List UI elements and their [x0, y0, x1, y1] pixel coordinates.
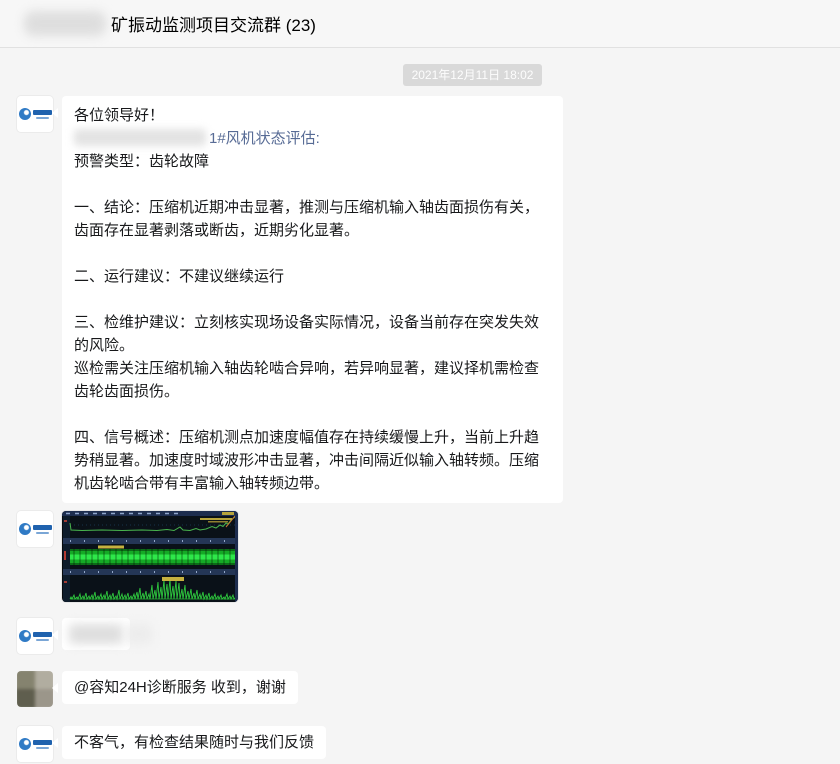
chat-title: 矿振动监测项目交流群 (23) [111, 16, 316, 35]
report-message-bubble[interactable]: 各位领导好！ 1#风机状态评估: 预警类型：齿轮故障 一、结论：压缩机近期冲击显… [52, 96, 563, 503]
report-subject-line: 1#风机状态评估: [74, 127, 551, 150]
message-row-youre-welcome: 不客气，有检查结果随时与我们反馈 [17, 726, 840, 762]
company-logo-text [32, 109, 52, 119]
ack-message-bubble[interactable]: @容知24H诊断服务 收到，谢谢 [52, 671, 298, 704]
youre-welcome-message-bubble[interactable]: 不客气，有检查结果随时与我们反馈 [51, 726, 327, 759]
report-body: 一、结论：压缩机近期冲击显著，推测与压缩机输入轴齿面损伤有关，齿面存在显著剥落或… [74, 199, 540, 492]
company-logo-icon [18, 523, 31, 535]
company-logo-icon [18, 108, 31, 120]
redacted-message-bubble[interactable] [52, 618, 130, 650]
assessment-link[interactable]: 1#风机状态评估: [209, 130, 320, 147]
company-logo-text [32, 739, 52, 749]
redaction-blur-spill [126, 624, 152, 644]
redacted-plant-name [74, 129, 206, 146]
sender-logo-avatar[interactable] [17, 618, 53, 654]
vibration-analysis-image[interactable] [62, 511, 238, 602]
message-row-redacted [17, 618, 840, 654]
alert-type-line: 预警类型：齿轮故障 [74, 153, 210, 170]
redacted-message-content [69, 624, 123, 644]
sender-logo-avatar[interactable] [17, 96, 53, 132]
company-logo-icon [18, 630, 31, 642]
report-greeting: 各位领导好！ [74, 107, 165, 124]
company-logo-icon [18, 738, 31, 750]
sender-logo-avatar[interactable] [17, 511, 53, 547]
company-logo-text [32, 524, 52, 534]
message-area: 2021年12月11日 18:02 各位领导好！ 1#风机状态评估: 预警类型：… [0, 48, 840, 764]
company-logo-text [32, 631, 52, 641]
avatar-blur [17, 671, 53, 707]
timestamp-badge: 2021年12月11日 18:02 [402, 64, 543, 86]
user-photo-avatar[interactable] [17, 671, 53, 707]
redacted-group-name [24, 11, 106, 36]
message-row-image [17, 511, 840, 602]
sender-logo-avatar[interactable] [17, 726, 53, 762]
message-row-ack: @容知24H诊断服务 收到，谢谢 [17, 671, 840, 707]
message-row-report: 各位领导好！ 1#风机状态评估: 预警类型：齿轮故障 一、结论：压缩机近期冲击显… [17, 96, 840, 503]
chat-header: 矿振动监测项目交流群 (23) [0, 0, 840, 48]
